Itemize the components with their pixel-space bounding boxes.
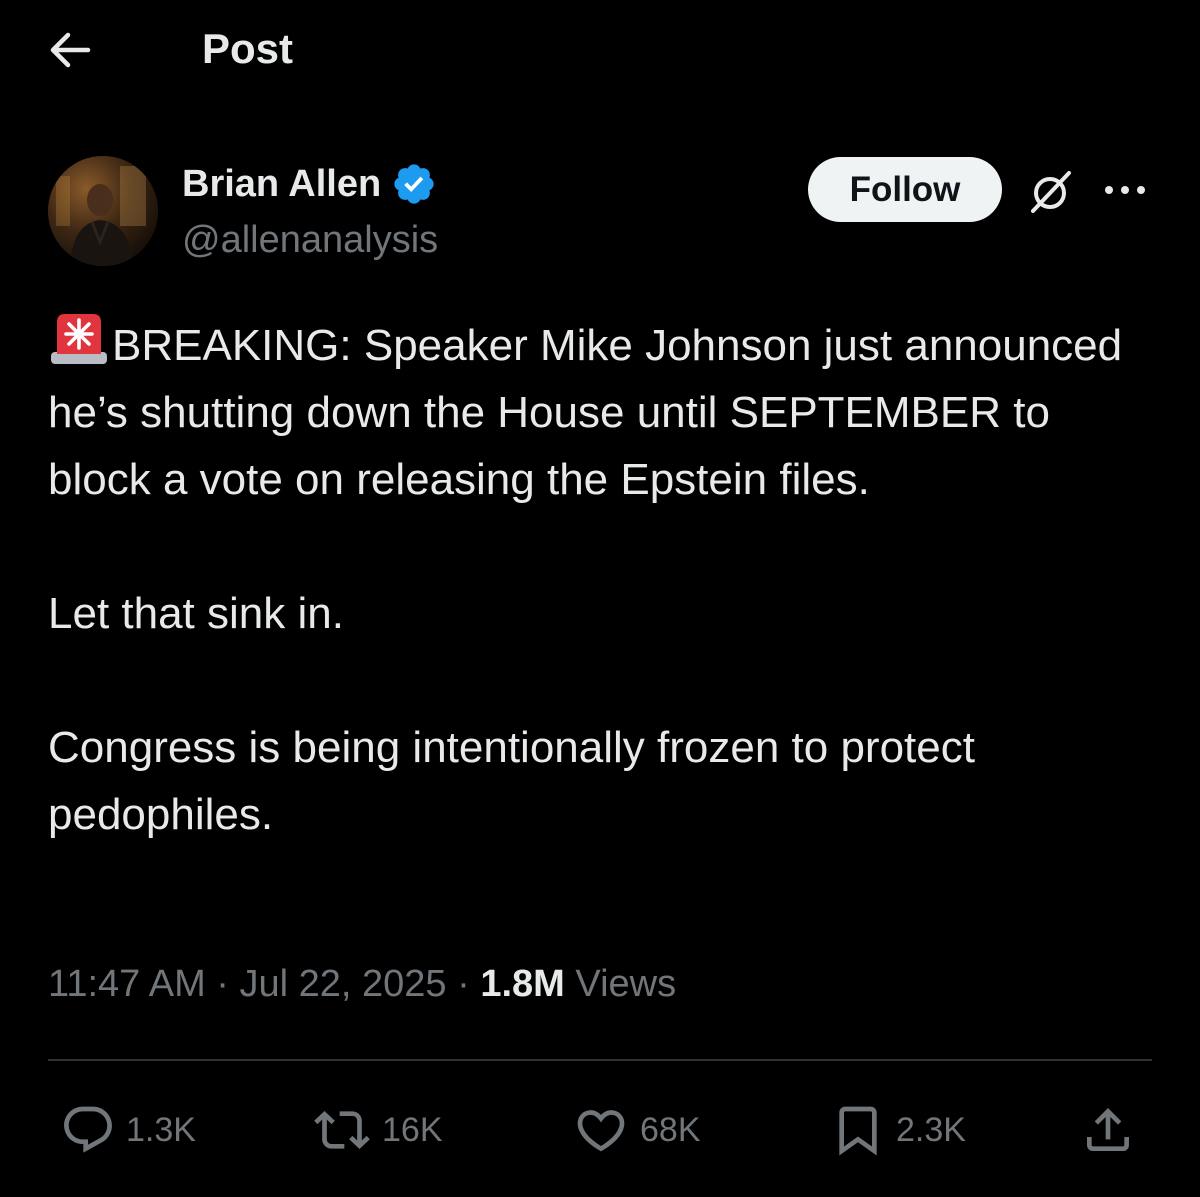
author-name-row[interactable]: Brian Allen <box>182 160 437 208</box>
bookmark-button[interactable]: 2.3K <box>830 1102 966 1158</box>
more-options-button[interactable] <box>1100 170 1150 210</box>
post-paragraph: Let that sink in. <box>48 589 344 638</box>
post-text: BREAKING: Speaker Mike Johnson just anno… <box>48 310 1148 848</box>
post-meta: 11:47 AM · Jul 22, 2025 · 1.8M Views <box>48 960 676 1008</box>
back-button[interactable] <box>44 26 96 74</box>
repost-count: 16K <box>382 1111 443 1149</box>
more-dots-icon <box>1105 186 1145 194</box>
grok-button[interactable] <box>1024 166 1076 218</box>
verified-badge-icon <box>394 164 434 204</box>
share-button[interactable] <box>1080 1102 1136 1158</box>
author-handle[interactable]: @allenanalysis <box>182 216 438 264</box>
page-title: Post <box>202 25 294 72</box>
like-button[interactable]: 68K <box>572 1102 701 1158</box>
bookmark-icon <box>839 1106 877 1156</box>
avatar[interactable] <box>48 156 158 266</box>
reply-button[interactable]: 1.3K <box>60 1102 196 1158</box>
meta-separator: · <box>457 963 470 1005</box>
bookmark-count: 2.3K <box>896 1111 966 1149</box>
post-paragraph-text: BREAKING: Speaker Mike Johnson just anno… <box>48 321 1123 504</box>
reply-bubble-icon <box>64 1106 112 1153</box>
like-count: 68K <box>640 1111 701 1149</box>
post-date[interactable]: Jul 22, 2025 <box>240 963 447 1005</box>
reply-count: 1.3K <box>126 1111 196 1149</box>
share-icon <box>1087 1108 1129 1151</box>
arrow-left-icon <box>50 32 91 68</box>
post-paragraph: Congress is being intentionally frozen t… <box>48 723 975 839</box>
siren-emoji-icon <box>51 314 107 364</box>
post-time[interactable]: 11:47 AM <box>48 963 206 1005</box>
views-count[interactable]: 1.8M <box>480 963 564 1005</box>
divider <box>48 1059 1152 1061</box>
profile-photo <box>48 156 158 266</box>
top-bar: Post <box>0 0 1200 100</box>
heart-icon <box>577 1110 625 1152</box>
repost-icon <box>314 1111 370 1149</box>
meta-separator: · <box>216 963 229 1005</box>
repost-button[interactable]: 16K <box>312 1102 443 1158</box>
views-label[interactable]: Views <box>575 963 676 1005</box>
author-name[interactable]: Brian Allen <box>182 160 381 208</box>
follow-button[interactable]: Follow <box>808 157 1002 222</box>
post-paragraph: BREAKING: Speaker Mike Johnson just anno… <box>48 310 1148 513</box>
grok-icon <box>1031 171 1071 213</box>
